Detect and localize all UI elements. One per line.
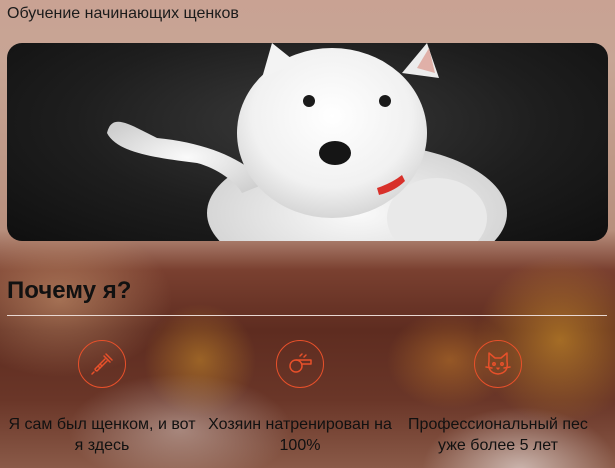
section-heading: Почему я? — [7, 277, 132, 304]
feature-card: Профессиональный пес уже более 5 лет — [403, 340, 593, 456]
feature-card: Я сам был щенком, и вот я здесь — [7, 340, 197, 456]
feature-text: Профессиональный пес уже более 5 лет — [408, 416, 588, 454]
puppy-photo — [107, 43, 507, 241]
feature-text: Хозяин натренирован на 100% — [208, 416, 392, 454]
feature-text: Я сам был щенком, и вот я здесь — [8, 416, 196, 454]
section-divider — [7, 315, 607, 316]
baby-bottle-icon — [78, 340, 126, 388]
whistle-icon — [276, 340, 324, 388]
cat-face-icon — [474, 340, 522, 388]
hero-image — [7, 43, 608, 241]
feature-card: Хозяин натренирован на 100% — [205, 340, 395, 456]
page-title: Обучение начинающих щенков — [7, 5, 239, 22]
